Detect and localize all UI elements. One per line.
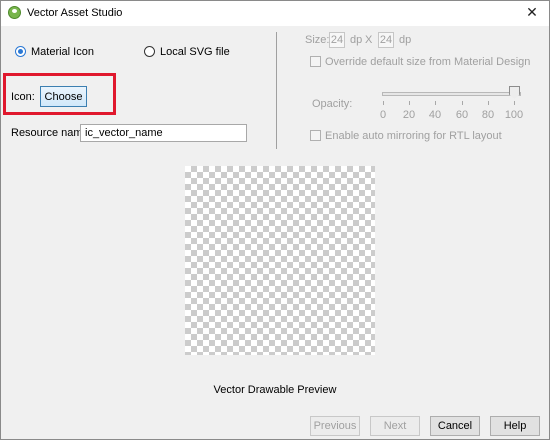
preview-caption: Vector Drawable Preview xyxy=(213,384,337,396)
cancel-button[interactable]: Cancel xyxy=(430,416,480,436)
choose-icon-button[interactable]: Choose xyxy=(40,86,87,107)
resource-name-input[interactable] xyxy=(80,124,247,142)
local-svg-label: Local SVG file xyxy=(160,46,230,58)
opacity-tick-mark xyxy=(514,101,515,105)
auto-mirroring-checkbox[interactable] xyxy=(310,130,321,141)
android-studio-icon xyxy=(8,6,21,19)
opacity-tick-mark xyxy=(435,101,436,105)
icon-label: Icon: xyxy=(11,91,35,103)
title-bar: Vector Asset Studio ✕ xyxy=(1,1,549,26)
override-size-checkbox[interactable] xyxy=(310,56,321,67)
previous-button[interactable]: Previous xyxy=(310,416,360,436)
opacity-slider-thumb[interactable] xyxy=(509,86,520,99)
local-svg-radio[interactable] xyxy=(144,46,155,57)
opacity-slider-track[interactable] xyxy=(382,92,521,96)
close-icon[interactable]: ✕ xyxy=(515,1,549,26)
vector-drawable-preview xyxy=(185,166,375,355)
vector-asset-studio-dialog: Vector Asset Studio ✕ Material Icon Loca… xyxy=(0,0,550,440)
window-title: Vector Asset Studio xyxy=(27,7,123,19)
size-separator: X xyxy=(365,34,373,46)
size-height-input[interactable]: 24 xyxy=(378,32,394,48)
opacity-label: Opacity: xyxy=(312,98,353,110)
size-height-unit: dp xyxy=(399,34,412,46)
next-button[interactable]: Next xyxy=(370,416,420,436)
opacity-tick-mark xyxy=(383,101,384,105)
auto-mirroring-label: Enable auto mirroring for RTL layout xyxy=(325,130,502,142)
opacity-tick-mark xyxy=(462,101,463,105)
opacity-tick-label: 100 xyxy=(504,109,524,121)
opacity-tick-mark xyxy=(488,101,489,105)
size-label: Size: xyxy=(305,34,330,46)
opacity-tick-mark xyxy=(409,101,410,105)
panel-divider xyxy=(276,32,277,149)
opacity-tick-label: 40 xyxy=(428,109,442,121)
size-width-input[interactable]: 24 xyxy=(329,32,345,48)
size-width-unit: dp xyxy=(350,34,363,46)
override-size-label: Override default size from Material Desi… xyxy=(325,56,531,68)
material-icon-radio[interactable] xyxy=(15,46,26,57)
help-button[interactable]: Help xyxy=(490,416,540,436)
material-icon-label: Material Icon xyxy=(31,46,94,58)
